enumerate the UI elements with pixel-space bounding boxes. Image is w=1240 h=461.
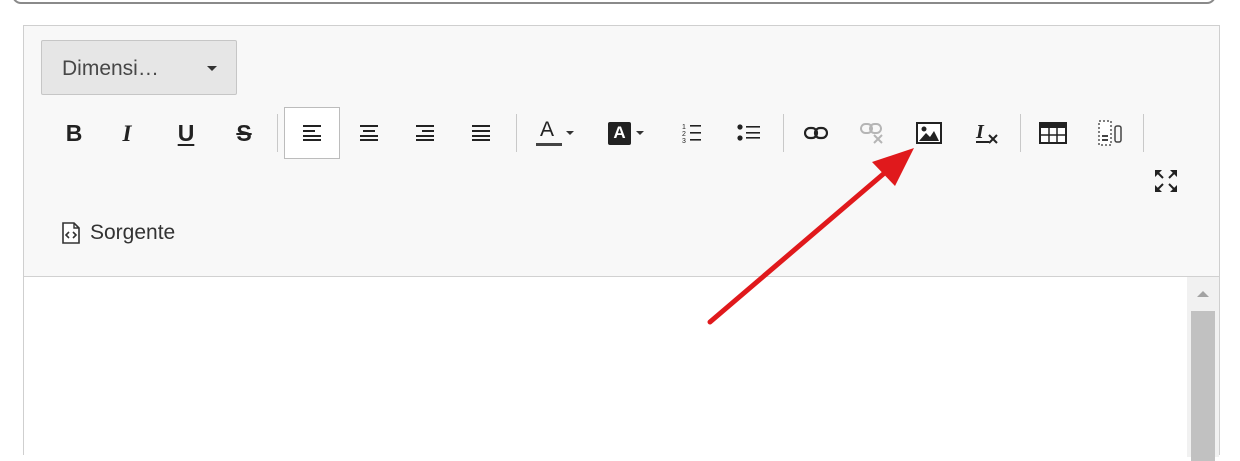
editor-scrollbar[interactable]: [1187, 277, 1219, 461]
bulleted-list-button[interactable]: [729, 111, 769, 155]
dropdown-arrow-icon: [207, 66, 217, 71]
bold-icon: B: [65, 119, 83, 146]
font-size-combo-label: Dimensi…: [62, 57, 159, 80]
svg-text:2: 2: [682, 131, 686, 138]
source-button[interactable]: Sorgente: [61, 218, 175, 248]
underline-icon: U: [177, 119, 195, 146]
table-icon: [1039, 122, 1067, 144]
image-button[interactable]: [909, 111, 949, 155]
bold-button[interactable]: B: [54, 111, 94, 155]
text-color-icon: A: [536, 118, 562, 148]
background-color-button[interactable]: A: [601, 111, 651, 155]
strikethrough-button[interactable]: S: [224, 111, 264, 155]
svg-text:I: I: [975, 121, 985, 143]
toolbar-separator: [1143, 114, 1144, 152]
unlink-icon: [860, 123, 883, 144]
toolbar-separator: [277, 114, 278, 152]
dropdown-arrow-icon: [636, 131, 644, 135]
align-center-button[interactable]: [349, 111, 389, 155]
numbered-list-icon: 1 2 3: [682, 124, 701, 144]
maximize-button[interactable]: [1146, 159, 1186, 203]
toolbar-separator: [1020, 114, 1021, 152]
toolbar-separator: [516, 114, 517, 152]
align-right-icon: [416, 125, 434, 141]
numbered-list-button[interactable]: 1 2 3: [672, 111, 712, 155]
unlink-button[interactable]: [852, 111, 892, 155]
font-size-combo[interactable]: Dimensi…: [41, 40, 237, 95]
image-icon: [916, 122, 942, 144]
italic-icon: I: [122, 120, 132, 146]
strikethrough-icon: S: [236, 119, 252, 146]
svg-text:3: 3: [682, 138, 686, 144]
align-left-icon: [303, 125, 321, 141]
special-block-button[interactable]: [1090, 111, 1130, 155]
align-right-button[interactable]: [405, 111, 445, 155]
align-left-button[interactable]: [284, 107, 340, 159]
remove-format-button[interactable]: I: [967, 111, 1007, 155]
align-center-icon: [360, 125, 378, 141]
text-color-button[interactable]: A: [530, 111, 580, 155]
rich-text-editor: Dimensi… B I U S A A 1 2 3 I Sorgente: [23, 25, 1220, 461]
italic-button[interactable]: I: [107, 111, 147, 155]
editor-toolbar: Dimensi… B I U S A A 1 2 3 I Sorgente: [24, 26, 1219, 277]
scroll-up-arrow-icon[interactable]: [1197, 291, 1209, 297]
maximize-icon: [1155, 170, 1177, 192]
special-block-icon: [1098, 120, 1122, 146]
svg-text:1: 1: [682, 124, 686, 131]
editor-content-area[interactable]: [24, 277, 1187, 457]
link-icon: [804, 126, 828, 140]
background-color-icon: A: [608, 121, 631, 145]
justify-button[interactable]: [461, 111, 501, 155]
top-input-field[interactable]: [12, 0, 1216, 4]
link-button[interactable]: [796, 111, 836, 155]
table-button[interactable]: [1033, 111, 1073, 155]
bulleted-list-icon: [737, 124, 760, 141]
justify-icon: [472, 125, 490, 141]
source-button-label: Sorgente: [90, 221, 176, 244]
dropdown-arrow-icon: [566, 131, 574, 135]
remove-format-icon: I: [975, 121, 998, 144]
underline-button[interactable]: U: [166, 111, 206, 155]
toolbar-separator: [783, 114, 784, 152]
source-code-icon: [62, 222, 80, 244]
scrollbar-thumb[interactable]: [1191, 311, 1215, 461]
